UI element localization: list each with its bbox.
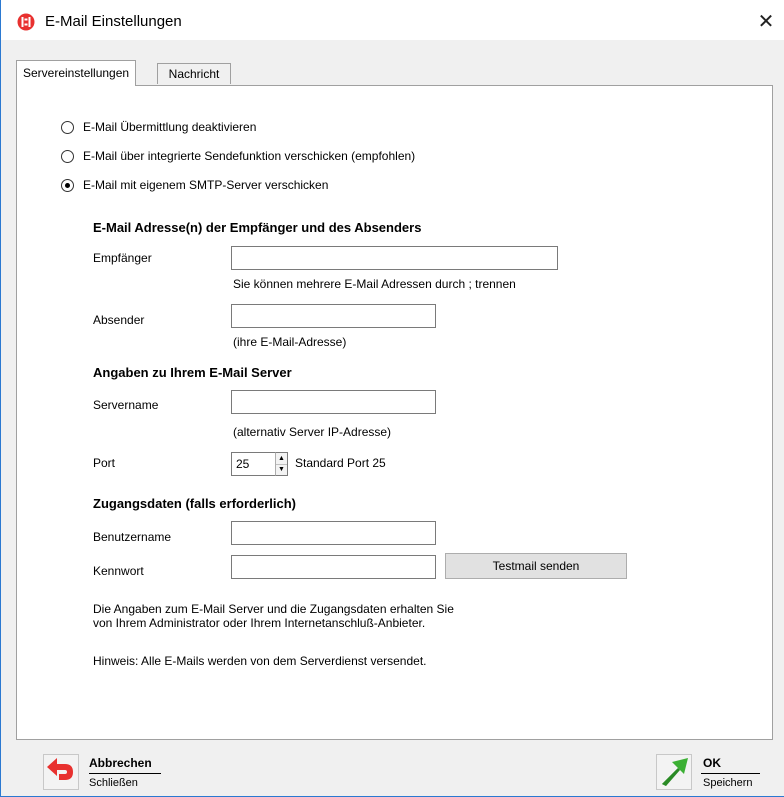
- cancel-button[interactable]: Abbrechen: [89, 756, 152, 770]
- radio-integrated-send-label[interactable]: E-Mail über integrierte Sendefunktion ve…: [83, 149, 415, 163]
- radio-own-smtp-label[interactable]: E-Mail mit eigenem SMTP-Server verschick…: [83, 178, 328, 192]
- credentials-heading: Zugangsdaten (falls erforderlich): [93, 496, 296, 511]
- servername-hint: (alternativ Server IP-Adresse): [233, 425, 392, 439]
- radio-integrated-send[interactable]: [61, 150, 74, 163]
- servername-input[interactable]: [231, 390, 436, 414]
- password-input[interactable]: [231, 555, 436, 579]
- radio-disable-email[interactable]: [61, 121, 74, 134]
- sender-label: Absender: [93, 313, 145, 327]
- servername-label: Servername: [93, 398, 159, 412]
- recipient-label: Empfänger: [93, 251, 152, 265]
- spin-down-icon[interactable]: ▼: [276, 464, 287, 475]
- port-hint: Standard Port 25: [295, 456, 386, 470]
- password-label: Kennwort: [93, 564, 144, 578]
- username-label: Benutzername: [93, 530, 172, 544]
- username-input[interactable]: [231, 521, 436, 545]
- recipient-hint: Sie können mehrere E-Mail Adressen durch…: [233, 277, 516, 291]
- sender-hint: (ihre E-Mail-Adresse): [233, 335, 347, 349]
- ok-divider: [701, 773, 760, 774]
- send-test-mail-button[interactable]: Testmail senden: [445, 553, 627, 579]
- cancel-subtitle: Schließen: [89, 777, 138, 789]
- port-stepper: ▲ ▼: [275, 452, 288, 476]
- app-logo-icon: [17, 13, 35, 31]
- green-arrow-icon[interactable]: [656, 754, 692, 790]
- recipient-input[interactable]: [231, 246, 558, 270]
- window-title: E-Mail Einstellungen: [45, 13, 182, 30]
- port-label: Port: [93, 456, 116, 470]
- dialog-body: Servereinstellungen Nachricht E-Mail Übe…: [1, 40, 784, 796]
- info-line-1: Die Angaben zum E-Mail Server und die Zu…: [93, 602, 454, 616]
- radio-own-smtp[interactable]: [61, 179, 74, 192]
- undo-arrow-icon[interactable]: [43, 754, 79, 790]
- addresses-heading: E-Mail Adresse(n) der Empfänger und des …: [93, 220, 422, 235]
- server-heading: Angaben zu Ihrem E-Mail Server: [93, 365, 292, 380]
- tab-nachricht[interactable]: Nachricht: [157, 63, 231, 84]
- info-line-2: von Ihrem Administrator oder Ihrem Inter…: [93, 616, 426, 630]
- tab-servereinstellungen[interactable]: Servereinstellungen: [16, 60, 137, 86]
- cancel-divider: [89, 773, 161, 774]
- email-settings-window: E-Mail Einstellungen ✕ Servereinstellung…: [0, 0, 784, 797]
- port-input[interactable]: 25: [231, 452, 276, 476]
- ok-button[interactable]: OK: [703, 756, 721, 770]
- ok-subtitle: Speichern: [703, 777, 753, 789]
- info-note: Hinweis: Alle E-Mails werden von dem Ser…: [93, 654, 427, 668]
- radio-disable-email-label[interactable]: E-Mail Übermittlung deaktivieren: [83, 120, 256, 134]
- close-icon[interactable]: ✕: [756, 12, 776, 32]
- title-bar: E-Mail Einstellungen ✕: [1, 0, 784, 40]
- sender-input[interactable]: [231, 304, 436, 328]
